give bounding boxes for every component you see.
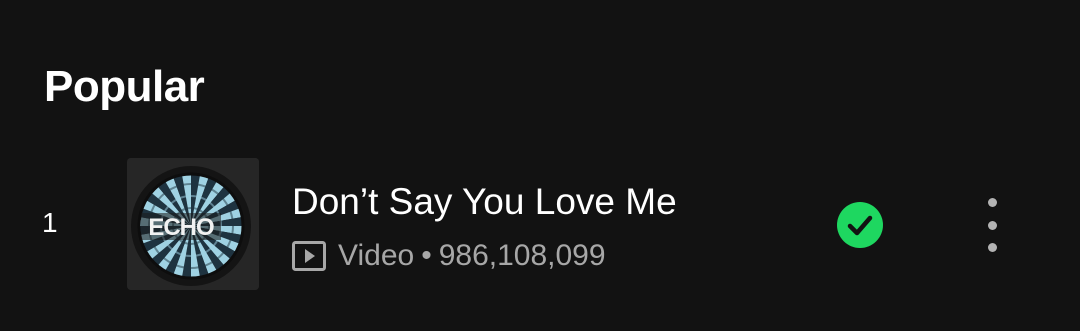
more-vertical-icon-dot	[987, 220, 997, 230]
meta-separator: •	[421, 239, 432, 272]
track-title[interactable]: Don’t Say You Love Me	[292, 180, 677, 224]
more-vertical-icon-dot	[987, 198, 997, 207]
track-type-label: Video	[338, 239, 415, 272]
section-title: Popular	[44, 62, 205, 111]
more-vertical-icon-dot	[987, 243, 997, 252]
play-count: 986,108,099	[438, 239, 606, 272]
downloaded-check-icon	[837, 202, 883, 248]
video-icon	[292, 241, 326, 271]
track-index: 1	[42, 207, 58, 238]
track-meta: Video • 986,108,099	[292, 236, 606, 276]
track-row[interactable]: 1 ECHO Don’t Say You Love Me Video • 986…	[0, 150, 1080, 298]
more-options-button[interactable]	[968, 194, 1016, 256]
cover-logo-text: ECHO	[148, 214, 214, 241]
album-cover: ECHO	[127, 158, 259, 290]
